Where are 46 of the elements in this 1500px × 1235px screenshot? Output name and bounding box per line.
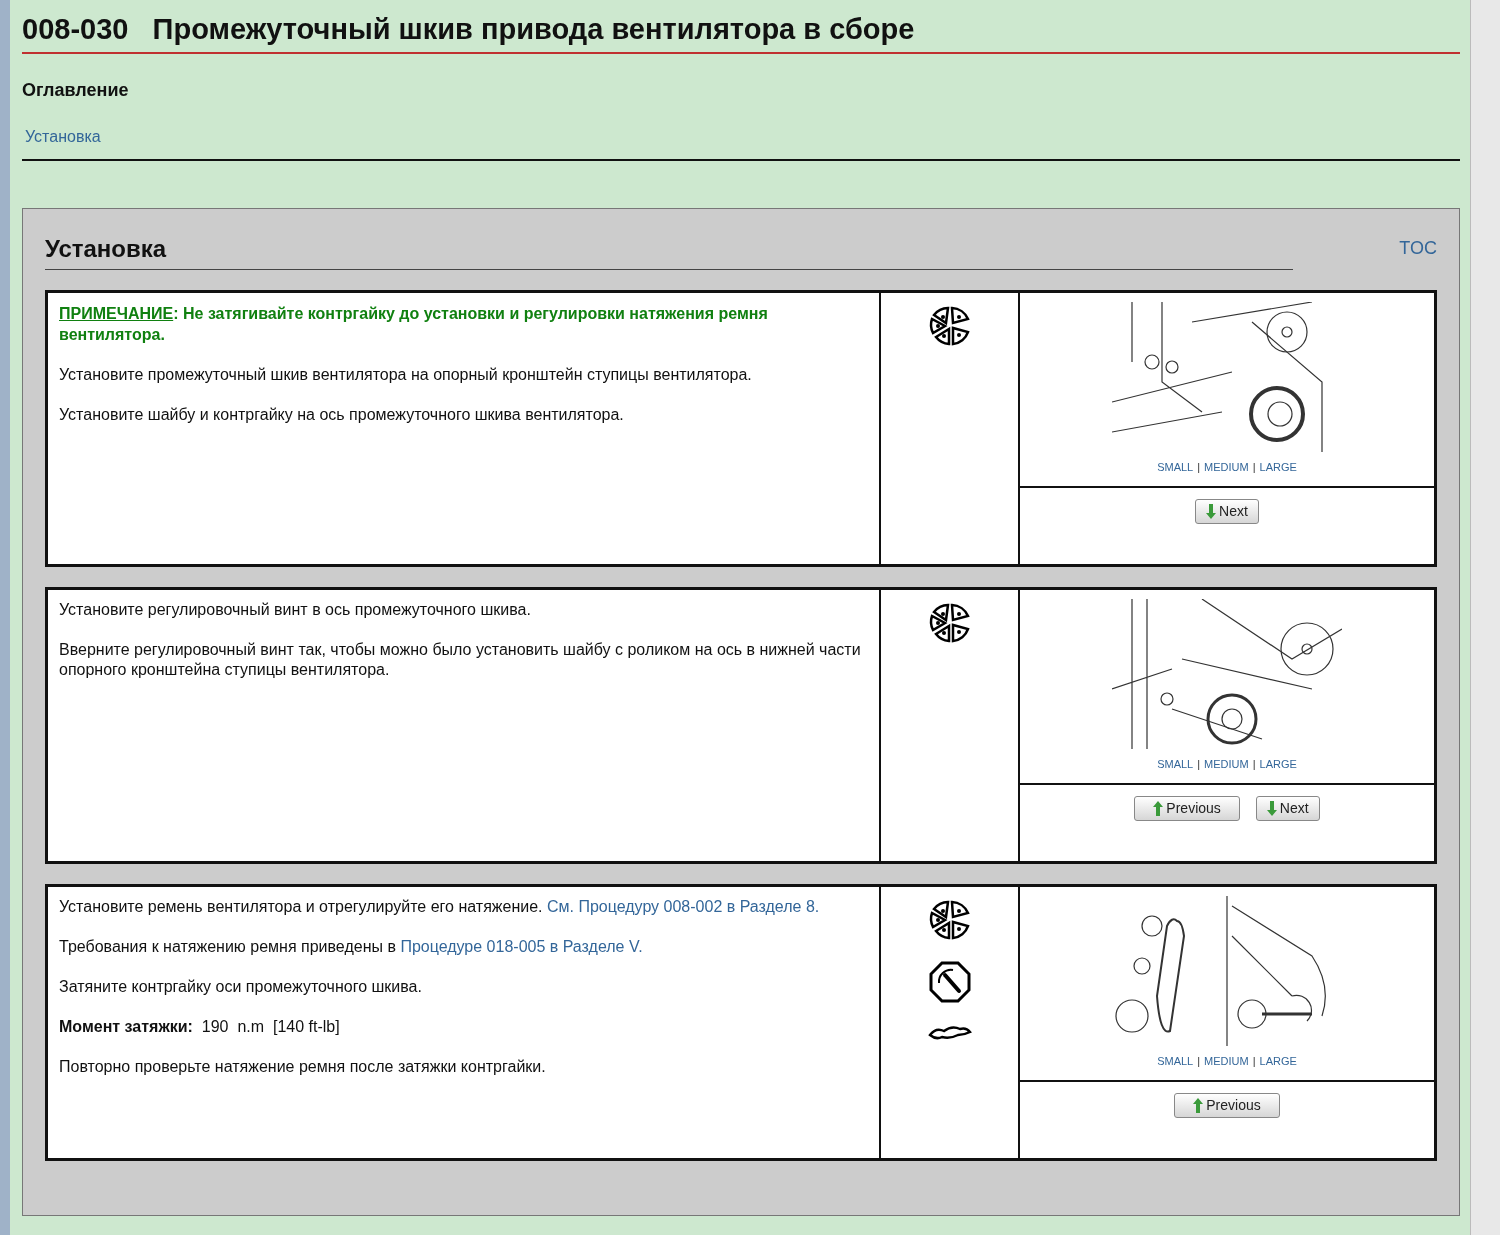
up-arrow-icon xyxy=(1153,801,1164,816)
torque-value-text: Момент затяжки: 190 n.m [140 ft-lb] xyxy=(59,1017,341,1037)
next-button[interactable]: Next xyxy=(1255,796,1320,821)
separator-text: | xyxy=(1252,1054,1256,1069)
toc-link[interactable]: TOC xyxy=(1399,235,1437,262)
contents-heading: Оглавление xyxy=(22,79,130,102)
previous-button[interactable]: Previous xyxy=(1134,796,1240,821)
separator-text: | xyxy=(1197,460,1201,475)
next-button[interactable]: Next xyxy=(1195,499,1259,524)
instruction-text: Вверните регулировочный винт так, чтобы можно было установить шайбу с роликом на ось в нижней части опорного кронштейна ступицы вентилятора. xyxy=(59,640,862,680)
instruction-text: Требования к натяжению ремня приведены в Процедуре 018-005 в Разделе V. xyxy=(59,937,644,957)
up-arrow-icon xyxy=(1193,1098,1204,1113)
instruction-text: Повторно проверьте натяжение ремня после затяжки контргайки. xyxy=(59,1057,547,1077)
page-title: 008-030 Промежуточный шкив привода вентилятора в сборе xyxy=(22,12,1460,54)
image-size-link[interactable]: SMALL xyxy=(1157,756,1194,773)
image-size-link[interactable]: SMALL xyxy=(1157,1053,1194,1070)
image-size-link[interactable]: LARGE xyxy=(1259,1053,1297,1070)
separator-text: | xyxy=(1197,1054,1201,1069)
image-size-link[interactable]: LARGE xyxy=(1259,756,1297,773)
scrollbar[interactable] xyxy=(1470,0,1500,1235)
image-size-link[interactable]: MEDIUM xyxy=(1204,756,1249,773)
instruction-text: Установите шайбу и контргайку на ось промежуточного шкива вентилятора. xyxy=(59,405,625,425)
previous-button[interactable]: Previous xyxy=(1174,1093,1280,1118)
segmented-circle-icon xyxy=(927,602,972,644)
segmented-circle-icon xyxy=(927,305,972,347)
down-arrow-icon xyxy=(1266,801,1277,816)
note-text: ПРИМЕЧАНИЕ: Не затягивайте контргайку до установки и регулировки натяжения ремня вентилятора. xyxy=(59,304,769,345)
instruction-text: Затяните контргайку оси промежуточного шкива. xyxy=(59,977,423,997)
separator-text: | xyxy=(1252,460,1256,475)
down-arrow-icon xyxy=(1206,504,1217,519)
instruction-text: Установите промежуточный шкив вентилятора на опорный кронштейн ступицы вентилятора. xyxy=(59,365,753,385)
image-size-link[interactable]: MEDIUM xyxy=(1204,459,1249,476)
separator-text: | xyxy=(1197,757,1201,772)
separator-text: | xyxy=(1252,757,1256,772)
octagon-wrench-icon xyxy=(928,961,971,1003)
wavy-sheet-icon xyxy=(927,1023,972,1041)
image-size-link[interactable]: LARGE xyxy=(1259,459,1297,476)
contents-link[interactable]: Установка xyxy=(25,125,1460,149)
procedure-link[interactable]: См. Процедуру 008-002 в Разделе 8. xyxy=(546,898,820,915)
section-heading: Установка xyxy=(45,231,1293,270)
instruction-text: Установите регулировочный винт в ось промежуточного шкива. xyxy=(59,600,532,620)
image-size-link[interactable]: SMALL xyxy=(1157,459,1194,476)
image-size-link[interactable]: MEDIUM xyxy=(1204,1053,1249,1070)
procedure-link[interactable]: Процедуре 018-005 в Разделе V. xyxy=(400,938,643,955)
instruction-text: Установите ремень вентилятора и отрегулируйте его натяжение. См. Процедуру 008-002 в Разделе 8. xyxy=(59,897,821,917)
segmented-circle-icon xyxy=(927,899,972,941)
